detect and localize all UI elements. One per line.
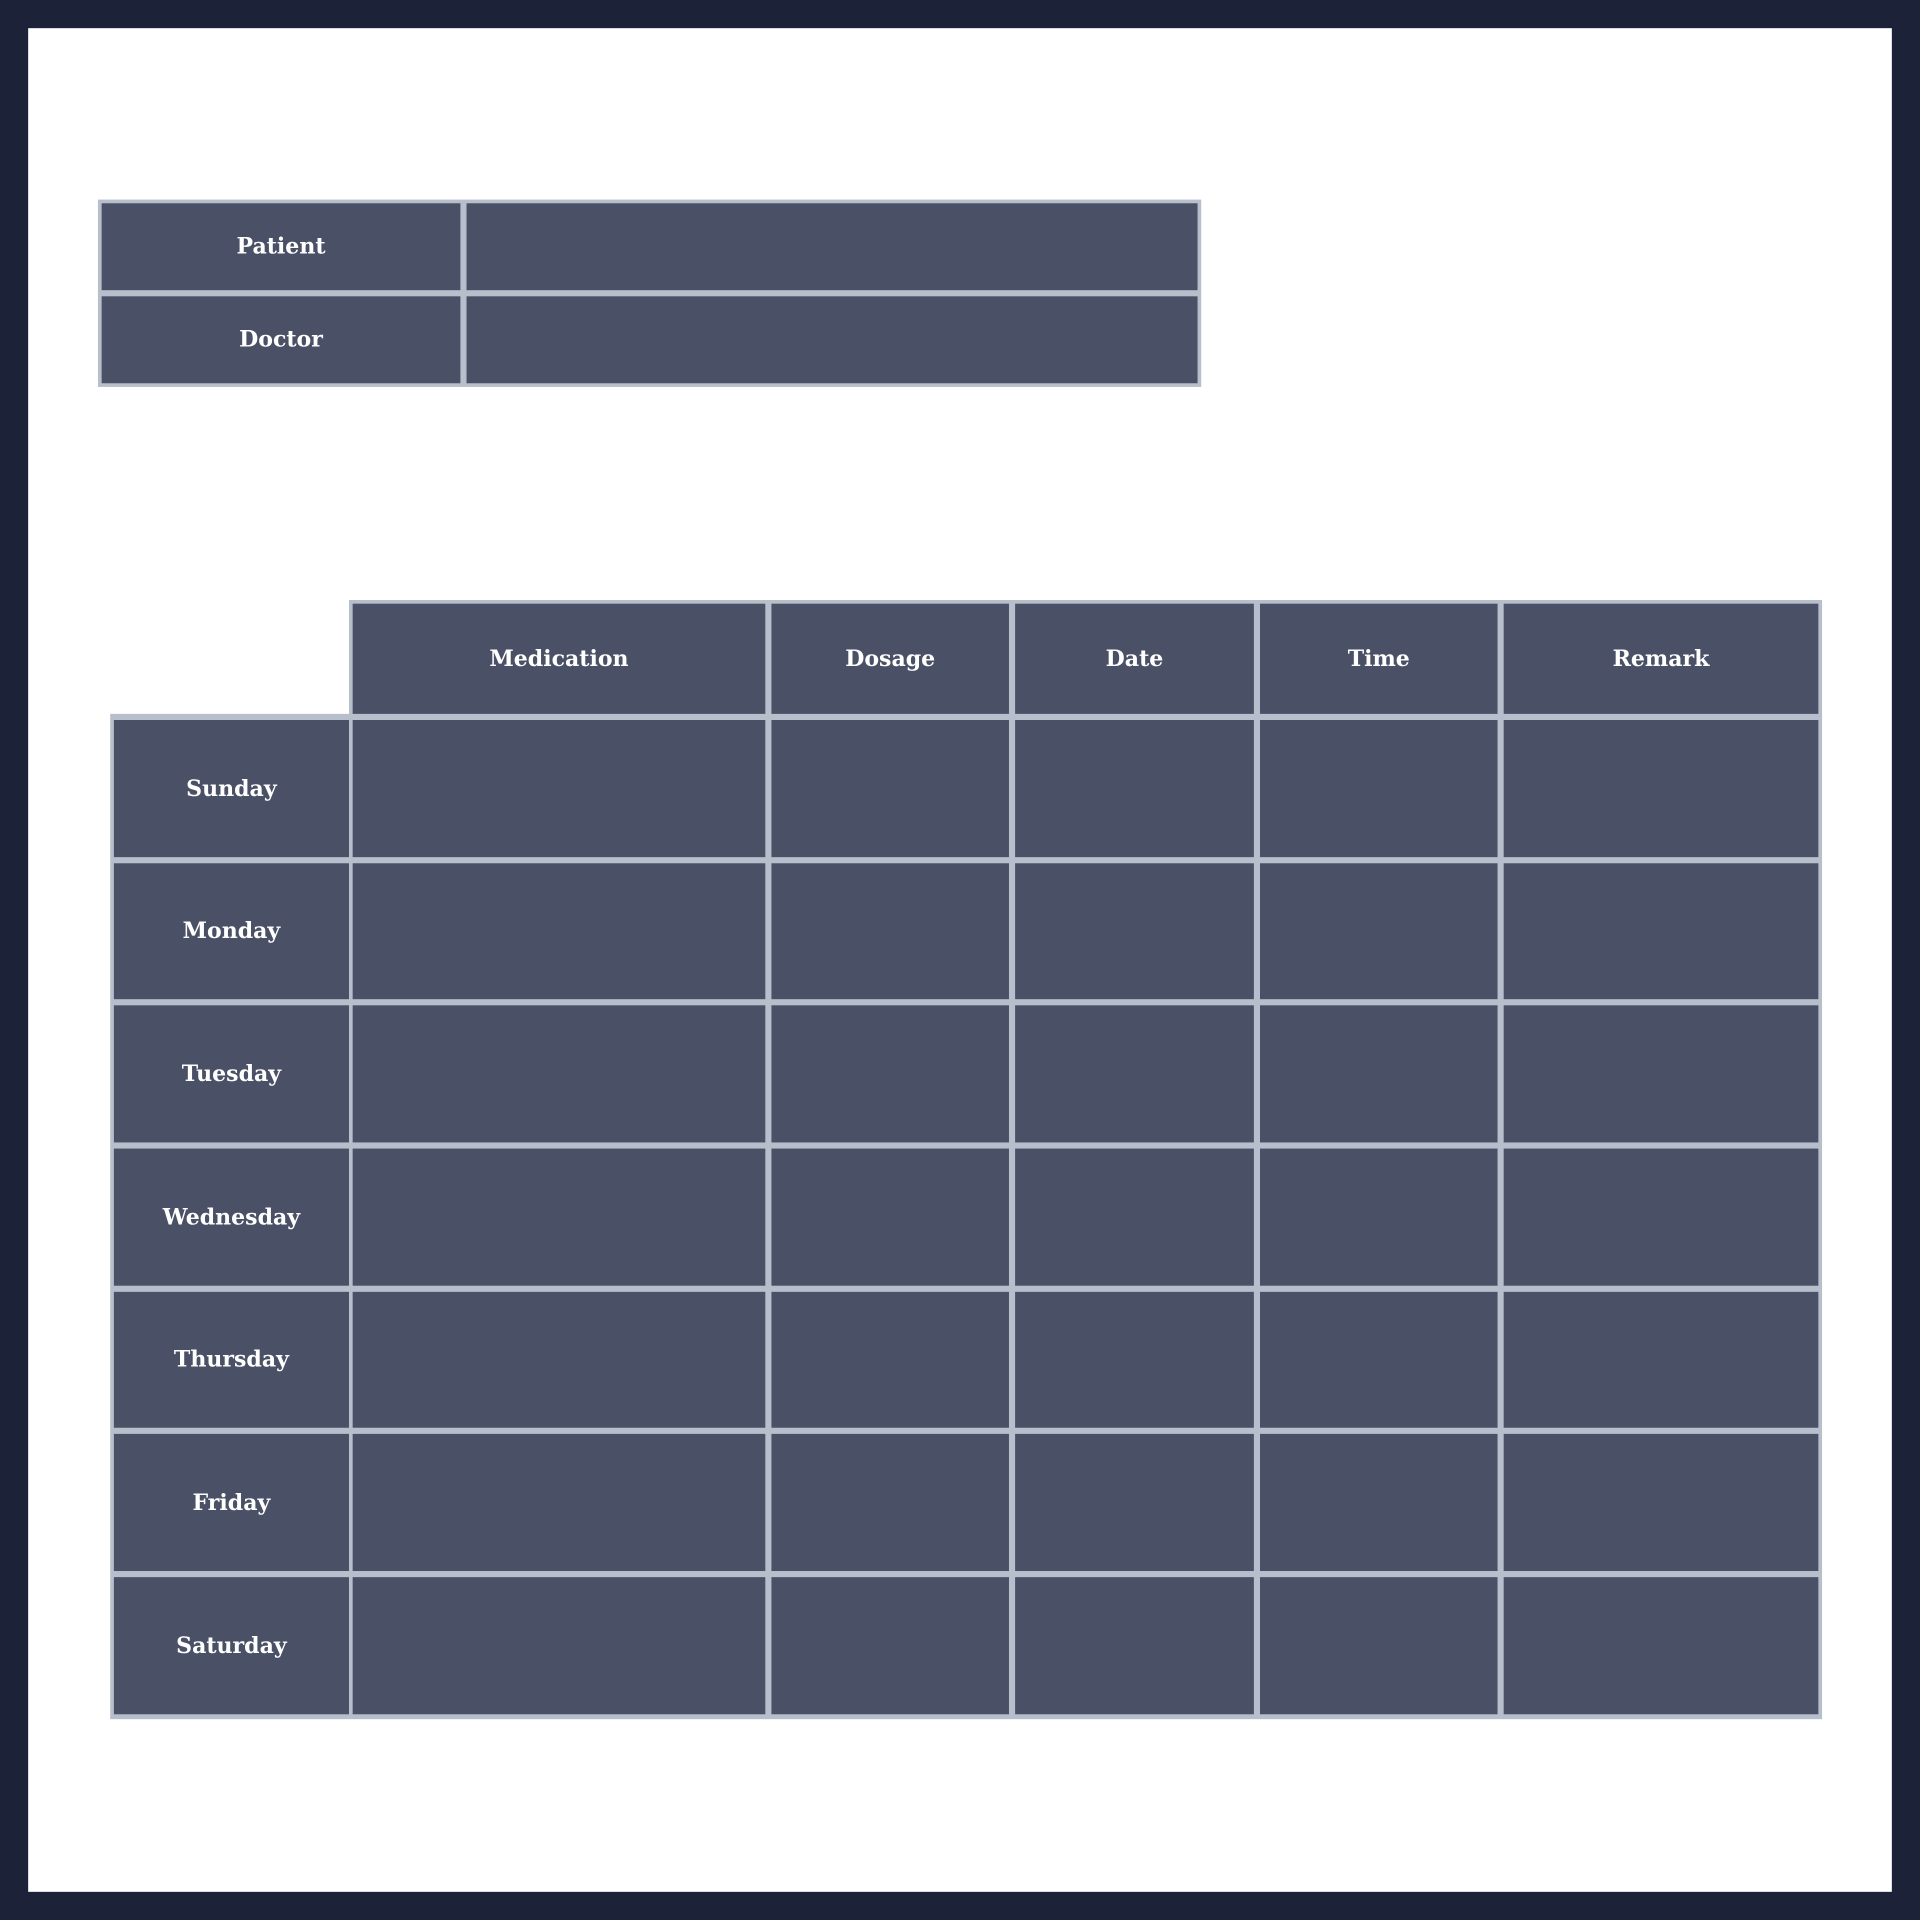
column-header-date: Date: [1015, 603, 1254, 714]
cell-friday-remark[interactable]: [1503, 1433, 1819, 1572]
cell-thursday-medication[interactable]: [352, 1291, 766, 1428]
cell-tuesday-dosage[interactable]: [771, 1005, 1009, 1143]
column-header-remark: Remark: [1503, 603, 1819, 714]
cell-wednesday-date[interactable]: [1015, 1148, 1254, 1286]
info-label-doctor: Doctor: [101, 296, 461, 384]
info-value-patient-field[interactable]: [466, 203, 1198, 291]
row-header-sunday: Sunday: [113, 720, 349, 858]
row-header-thursday: Thursday: [113, 1291, 349, 1428]
cell-monday-medication[interactable]: [352, 863, 766, 1000]
cell-tuesday-medication[interactable]: [352, 1005, 766, 1143]
cell-wednesday-dosage[interactable]: [771, 1148, 1009, 1286]
cell-wednesday-time[interactable]: [1260, 1148, 1498, 1286]
cell-sunday-dosage[interactable]: [771, 720, 1009, 858]
cell-wednesday-medication[interactable]: [352, 1148, 766, 1286]
cell-saturday-date[interactable]: [1015, 1577, 1254, 1715]
cell-sunday-time[interactable]: [1260, 720, 1498, 858]
column-header-dosage: Dosage: [771, 603, 1009, 714]
cell-friday-date[interactable]: [1015, 1433, 1254, 1572]
cell-friday-dosage[interactable]: [771, 1433, 1009, 1572]
cell-friday-medication[interactable]: [352, 1433, 766, 1572]
row-header-tuesday: Tuesday: [113, 1005, 349, 1143]
cell-thursday-remark[interactable]: [1503, 1291, 1819, 1428]
cell-monday-date[interactable]: [1015, 863, 1254, 1000]
cell-sunday-remark[interactable]: [1503, 720, 1819, 858]
cell-thursday-dosage[interactable]: [771, 1291, 1009, 1428]
cell-monday-time[interactable]: [1260, 863, 1498, 1000]
cell-tuesday-time[interactable]: [1260, 1005, 1498, 1143]
cell-sunday-medication[interactable]: [352, 720, 766, 858]
cell-tuesday-remark[interactable]: [1503, 1005, 1819, 1143]
cell-wednesday-remark[interactable]: [1503, 1148, 1819, 1286]
column-header-medication: Medication: [352, 603, 766, 714]
cell-thursday-date[interactable]: [1015, 1291, 1254, 1428]
row-header-friday: Friday: [113, 1433, 349, 1572]
info-label-patient: Patient: [101, 203, 461, 291]
cell-tuesday-date[interactable]: [1015, 1005, 1254, 1143]
row-header-monday: Monday: [113, 863, 349, 1000]
info-value-doctor-field[interactable]: [466, 296, 1198, 384]
cell-saturday-dosage[interactable]: [771, 1577, 1009, 1715]
cell-saturday-remark[interactable]: [1503, 1577, 1819, 1715]
cell-sunday-date[interactable]: [1015, 720, 1254, 858]
cell-monday-remark[interactable]: [1503, 863, 1819, 1000]
cell-saturday-time[interactable]: [1260, 1577, 1498, 1715]
cell-monday-dosage[interactable]: [771, 863, 1009, 1000]
cell-friday-time[interactable]: [1260, 1433, 1498, 1572]
column-header-time: Time: [1260, 603, 1498, 714]
cell-thursday-time[interactable]: [1260, 1291, 1498, 1428]
row-header-wednesday: Wednesday: [113, 1148, 349, 1286]
row-header-saturday: Saturday: [113, 1577, 349, 1715]
page-frame: Patient Doctor Medication Dosage Date Time Rem…: [0, 0, 1920, 1920]
cell-saturday-medication[interactable]: [352, 1577, 766, 1715]
